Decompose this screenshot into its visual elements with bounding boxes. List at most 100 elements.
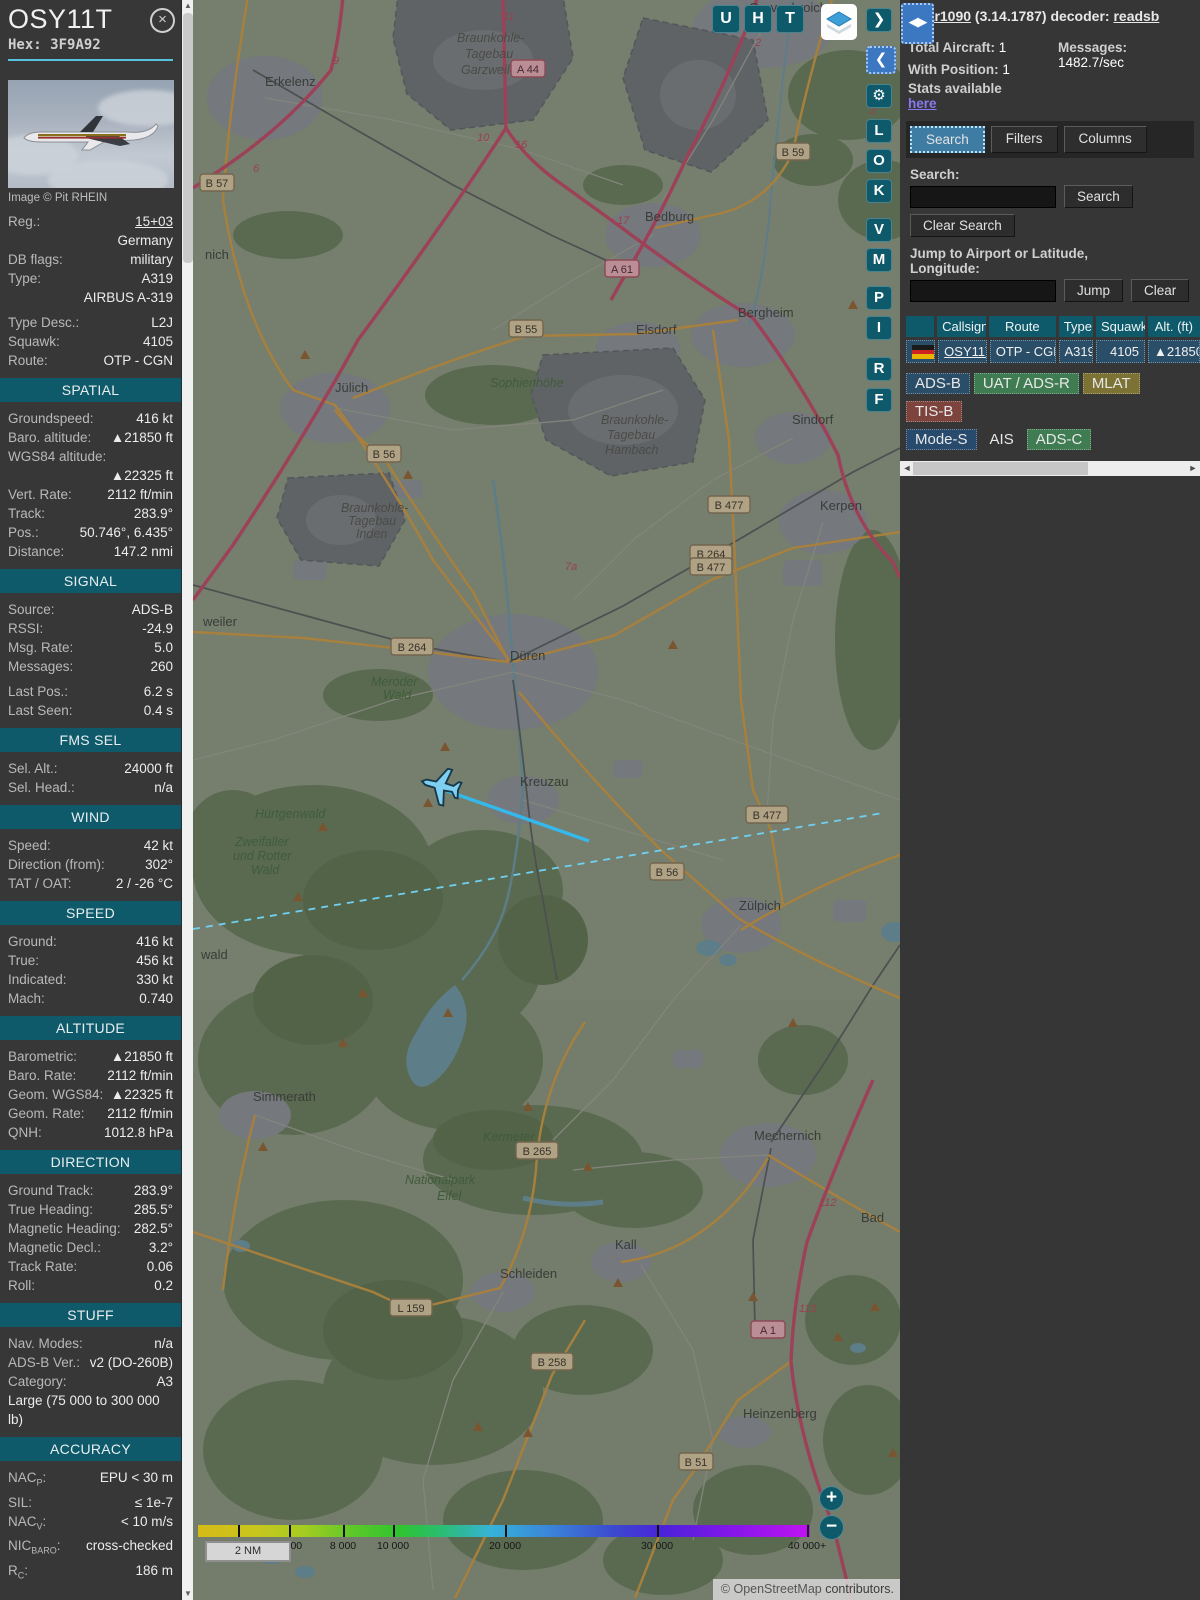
- collapse-left-button[interactable]: ❮: [866, 46, 896, 74]
- detail-value: 50.746°, 6.435°: [79, 525, 173, 540]
- detail-value: 285.5°: [133, 1202, 173, 1217]
- panel-toggle-arrows-icon[interactable]: ◀▶: [901, 3, 934, 44]
- column-header-Route[interactable]: Route: [988, 316, 1056, 337]
- map-button-u[interactable]: U: [712, 5, 740, 33]
- panel-tabs: Search Filters Columns: [906, 121, 1194, 158]
- detail-label: Ground:: [8, 934, 57, 949]
- road-shield-label: B 258: [538, 1357, 567, 1369]
- map-canvas[interactable]: ErkelenzGrevenbroichBedburgnichJülichEls…: [193, 0, 900, 1600]
- detail-row: Ground Track: 283.9°: [0, 1181, 181, 1200]
- detail-label: TAT / OAT:: [8, 876, 72, 891]
- follow-button[interactable]: F: [866, 388, 892, 412]
- clear-search-button[interactable]: Clear Search: [910, 214, 1015, 237]
- with-position-value: 1: [1002, 62, 1010, 77]
- settings-button[interactable]: ⚙: [866, 84, 892, 108]
- column-header-flag[interactable]: [906, 316, 935, 337]
- detail-row: Pos.: 50.746°, 6.435°: [0, 523, 181, 542]
- persistence-button[interactable]: P: [866, 286, 892, 310]
- tab-columns[interactable]: Columns: [1063, 126, 1147, 153]
- detail-row: True Heading: 285.5°: [0, 1200, 181, 1219]
- road-shield: B 55: [508, 319, 544, 338]
- map-button-t[interactable]: T: [776, 5, 804, 33]
- zoom-out-button[interactable]: −: [819, 1515, 844, 1540]
- scale-tick-label: 8 000: [329, 1540, 357, 1552]
- map-scale-indicator: 2 NM: [205, 1541, 291, 1562]
- road-shield-label: B 56: [373, 449, 396, 461]
- zoom-in-button[interactable]: +: [819, 1486, 844, 1511]
- detail-value: A319: [141, 271, 173, 286]
- detail-label: Track:: [8, 506, 45, 521]
- isolate-button[interactable]: I: [866, 316, 892, 340]
- road-shield-label: B 265: [523, 1146, 552, 1158]
- map-label-nature: Wald: [383, 688, 412, 702]
- detail-row: Nav. Modes: n/a: [0, 1334, 181, 1353]
- road-shield-label: B 264: [398, 642, 427, 654]
- scroll-right-icon[interactable]: ►: [1187, 461, 1199, 476]
- cell-route: OTP - CGN: [989, 340, 1056, 363]
- version-text: (3.14.1787): [971, 8, 1051, 24]
- road-shield-label: B 57: [206, 178, 229, 190]
- labels-button[interactable]: L: [866, 119, 892, 143]
- jump-input[interactable]: [910, 279, 1056, 302]
- detail-label: Squawk:: [8, 334, 60, 349]
- jump-button[interactable]: Jump: [1064, 279, 1124, 302]
- aircraft-row[interactable]: OSY11TOTP - CGNA3194105▲21850: [906, 340, 1200, 363]
- column-header-Alt. (ft)[interactable]: Alt. (ft): [1147, 316, 1200, 337]
- outlines-button[interactable]: O: [866, 149, 892, 173]
- detail-label: True Heading:: [8, 1202, 94, 1217]
- layers-button[interactable]: [821, 4, 857, 40]
- readsb-link[interactable]: readsb: [1113, 8, 1159, 24]
- scrollbar-thumb[interactable]: [913, 462, 1088, 475]
- search-input[interactable]: [910, 185, 1056, 208]
- map-label-mine: Braunkohle-: [341, 501, 408, 515]
- column-header-Squawk[interactable]: Squawk: [1095, 316, 1145, 337]
- stats-here-link[interactable]: here: [908, 96, 937, 111]
- detail-row: DB flags: military: [0, 250, 181, 269]
- detail-row: QNH: 1012.8 hPa: [0, 1123, 181, 1142]
- expand-right-button[interactable]: ❯: [866, 8, 892, 32]
- military-button[interactable]: M: [866, 248, 892, 272]
- detail-label: Barometric:: [8, 1049, 78, 1064]
- detail-label: Category:: [8, 1374, 67, 1389]
- detail-value[interactable]: 15+03: [135, 212, 173, 231]
- map-label-nature: Sophienhöhe: [490, 376, 564, 390]
- detail-value: 2112 ft/min: [107, 1068, 173, 1083]
- table-horizontal-scrollbar[interactable]: ◄ ►: [900, 461, 1200, 476]
- osm-link[interactable]: © OpenStreetMap: [721, 1582, 822, 1596]
- detail-row: RC: 186 m: [0, 1561, 181, 1586]
- scroll-left-icon[interactable]: ◄: [901, 461, 913, 476]
- tab-search[interactable]: Search: [910, 126, 985, 153]
- multiselect-button[interactable]: V: [866, 218, 892, 242]
- detail-value: 456 kt: [136, 953, 173, 968]
- detail-label: Magnetic Heading:: [8, 1221, 121, 1236]
- search-button[interactable]: Search: [1064, 185, 1133, 208]
- detail-row: Geom. WGS84: ▲22325 ft: [0, 1085, 181, 1104]
- motorway-junction-number: 17: [617, 215, 630, 227]
- altitude-color-scale: 4 0006 0008 00010 00020 00030 00040 000+: [198, 1525, 826, 1552]
- close-icon[interactable]: ×: [150, 8, 175, 33]
- aircraft-photo[interactable]: [8, 80, 174, 188]
- map-label-town: Jülich: [335, 380, 368, 395]
- sidebar-scrollbar-thumb[interactable]: [183, 13, 193, 263]
- column-header-Callsign[interactable]: Callsign: [937, 316, 986, 337]
- detail-row: Speed: 42 kt: [0, 836, 181, 855]
- map-label-town: Mechernich: [754, 1128, 821, 1143]
- detail-row: Sel. Head.: n/a: [0, 778, 181, 797]
- map-button-h[interactable]: H: [744, 5, 772, 33]
- tracks-button[interactable]: K: [866, 179, 892, 203]
- cell-callsign[interactable]: OSY11T: [938, 340, 987, 363]
- detail-label: Speed:: [8, 838, 51, 853]
- route-button[interactable]: R: [866, 357, 892, 381]
- column-header-Type[interactable]: Type: [1058, 316, 1093, 337]
- road-shield-label: B 477: [697, 562, 726, 574]
- aircraft-detail-sidebar: OSY11T Hex: 3F9A92 × Image © Pit RHEIN R…: [0, 0, 181, 1600]
- scale-tick: [289, 1525, 291, 1537]
- detail-row: Magnetic Heading: 282.5°: [0, 1219, 181, 1238]
- detail-row: Sel. Alt.: 24000 ft: [0, 759, 181, 778]
- badge-tis-b: TIS-B: [906, 401, 963, 422]
- tab-filters[interactable]: Filters: [990, 126, 1058, 153]
- section-header-fms-sel: FMS SEL: [0, 728, 181, 752]
- motorway-junction-number: 11: [503, 11, 514, 23]
- messages-rate-value: 1482.7/sec: [1058, 55, 1125, 70]
- clear-jump-button[interactable]: Clear: [1131, 279, 1190, 302]
